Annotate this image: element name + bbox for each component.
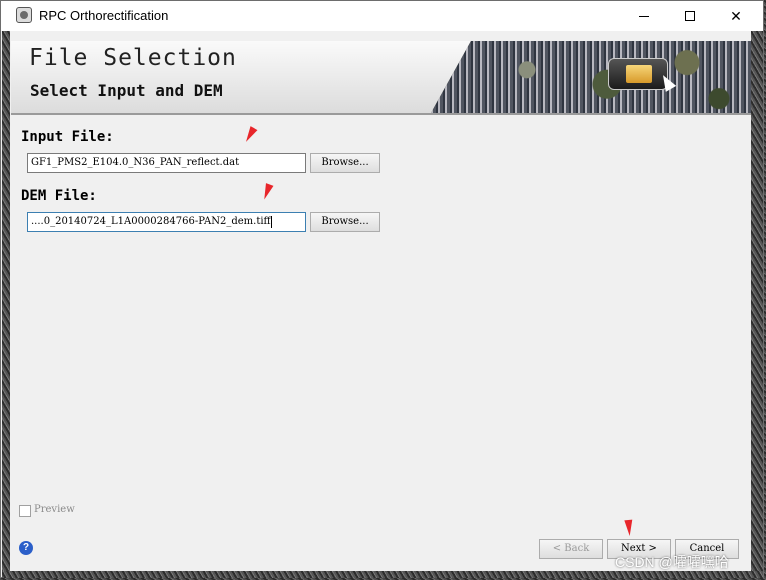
close-button[interactable]: ✕ xyxy=(713,1,759,31)
preview-label: Preview xyxy=(34,504,75,515)
texture-strip-left xyxy=(2,31,10,577)
maximize-button[interactable] xyxy=(667,1,713,31)
open-folder-icon xyxy=(608,58,668,90)
watermark-text: CSDN @嚯嚯嘿哈 xyxy=(615,554,729,570)
folder-glyph xyxy=(626,65,652,83)
minimize-button[interactable] xyxy=(621,1,667,31)
dem-file-label: DEM File: xyxy=(21,188,97,204)
close-icon: ✕ xyxy=(730,8,742,24)
input-file-label: Input File: xyxy=(21,129,114,145)
annotation-arrow-icon xyxy=(242,126,258,144)
input-browse-button[interactable]: Browse... xyxy=(310,153,380,173)
page-title: File Selection xyxy=(29,45,237,71)
annotation-arrow-icon xyxy=(260,183,274,201)
dem-browse-button[interactable]: Browse... xyxy=(310,212,380,232)
page-subtitle: Select Input and DEM xyxy=(30,81,223,100)
text-caret xyxy=(270,215,272,228)
back-button[interactable]: < Back xyxy=(539,539,603,559)
texture-strip-right xyxy=(751,31,763,577)
input-file-field[interactable]: GF1_PMS2_E104.0_N36_PAN_reflect.dat xyxy=(27,153,306,173)
preview-checkbox[interactable] xyxy=(19,505,31,517)
app-icon xyxy=(16,7,32,23)
satellite-banner-image xyxy=(431,41,751,113)
dem-file-value: ....0_20140724_L1A0000284766-PAN2_dem.ti… xyxy=(31,216,271,227)
help-icon[interactable]: ? xyxy=(19,541,33,555)
title-bar[interactable]: RPC Orthorectification ✕ xyxy=(1,1,763,31)
annotation-arrow-icon xyxy=(624,519,634,537)
dem-file-field[interactable]: ....0_20140724_L1A0000284766-PAN2_dem.ti… xyxy=(27,212,306,232)
maximize-icon xyxy=(685,11,695,21)
window-title: RPC Orthorectification xyxy=(39,8,169,23)
texture-strip-bottom xyxy=(2,571,763,578)
minimize-icon xyxy=(639,16,649,17)
dialog-window: RPC Orthorectification ✕ File Selection … xyxy=(0,0,764,578)
